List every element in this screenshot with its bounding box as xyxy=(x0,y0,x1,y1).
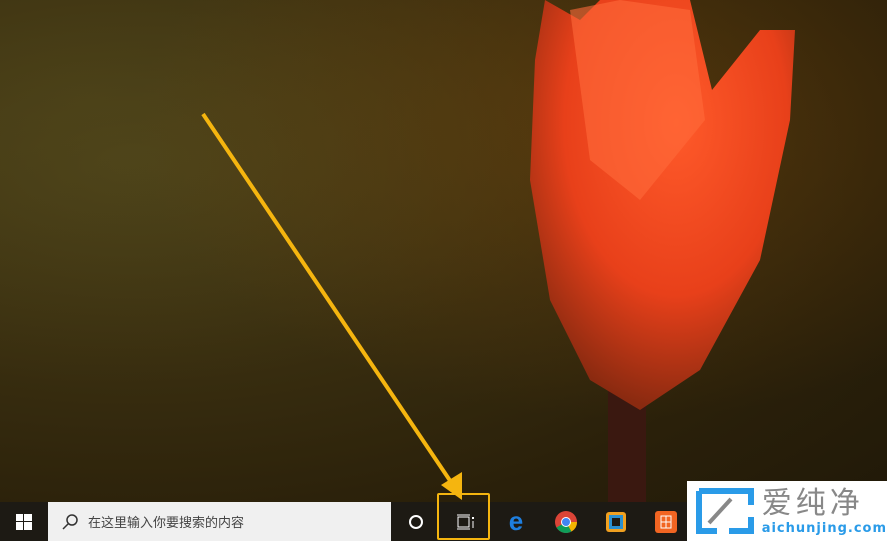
cortana-button[interactable] xyxy=(391,502,441,541)
orange-app-button[interactable] xyxy=(641,502,691,541)
chrome-button[interactable] xyxy=(541,502,591,541)
watermark-en: aichunjing.com xyxy=(761,520,887,536)
watermark-cn: 爱纯净 xyxy=(761,485,864,521)
orange-app-icon xyxy=(655,510,677,533)
task-view-highlight xyxy=(437,493,490,540)
app-button[interactable] xyxy=(591,502,641,541)
cortana-icon xyxy=(409,514,423,529)
chrome-icon xyxy=(555,510,577,533)
app-icon xyxy=(606,511,626,532)
edge-icon: e xyxy=(508,506,524,536)
edge-button[interactable]: e xyxy=(491,502,541,541)
annotation-arrow-line xyxy=(201,112,457,490)
windows-start-icon xyxy=(16,513,32,530)
watermark: 爱纯净 aichunjing.com xyxy=(687,481,887,541)
search-icon xyxy=(62,513,78,530)
watermark-logo xyxy=(696,488,754,534)
start-button[interactable] xyxy=(0,502,48,541)
tulip-wallpaper xyxy=(201,0,795,502)
search-box[interactable]: 在这里输入你要搜索的内容 xyxy=(48,502,391,541)
search-placeholder: 在这里输入你要搜索的内容 xyxy=(88,516,245,531)
